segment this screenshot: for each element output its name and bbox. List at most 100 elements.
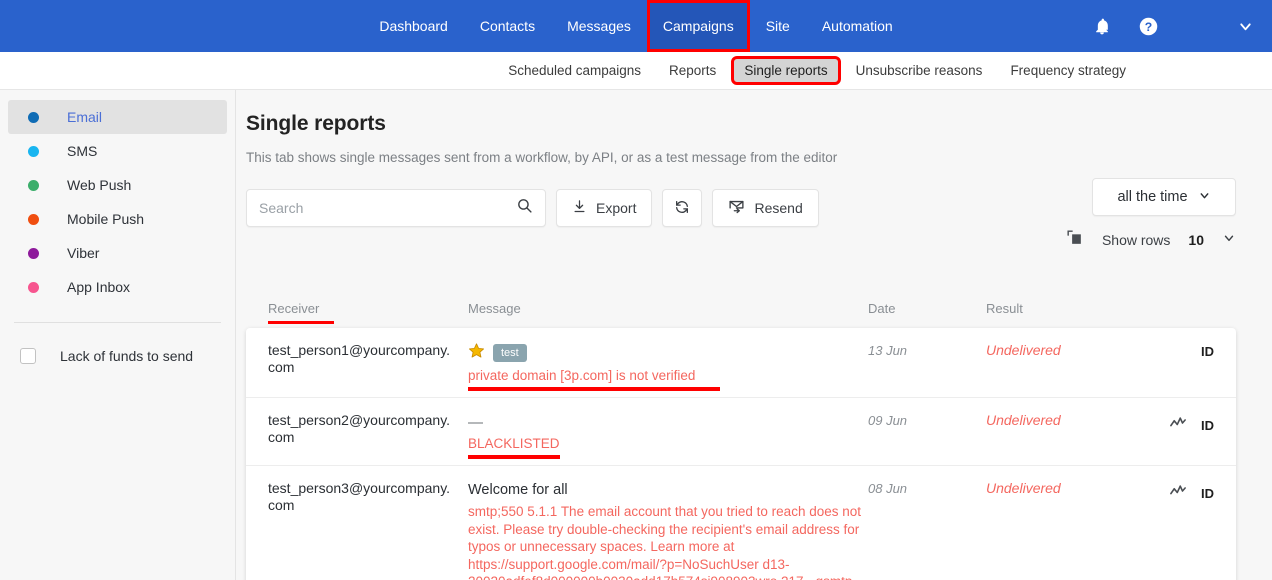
cell-actions: ID: [1136, 480, 1214, 505]
sidebar-item-label: Web Push: [67, 177, 132, 193]
sidebar-item-web-push[interactable]: Web Push: [8, 168, 227, 202]
test-badge: test: [493, 344, 527, 362]
channel-dot-icon: [28, 111, 39, 123]
cell-date: 08 Jun: [868, 480, 986, 498]
resend-label: Resend: [754, 200, 803, 216]
help-icon[interactable]: ?: [1138, 16, 1159, 37]
lack-of-funds-filter[interactable]: Lack of funds to send: [0, 339, 235, 373]
sidebar-item-mobile-push[interactable]: Mobile Push: [8, 202, 227, 236]
cell-result: Undelivered: [986, 342, 1136, 360]
sidebar-divider: [14, 322, 221, 323]
search-icon[interactable]: [516, 197, 533, 219]
cell-actions: ID: [1136, 342, 1214, 359]
primary-nav: Dashboard Contacts Messages Campaigns Site Au…: [0, 0, 1272, 52]
show-rows-chevron-down-icon[interactable]: [1222, 231, 1236, 250]
cell-date: 09 Jun: [868, 412, 986, 430]
statistics-icon[interactable]: [1169, 482, 1187, 505]
status-badge: Undelivered: [986, 412, 1061, 428]
receiver-email: test_person1@yourcompany.com: [268, 342, 451, 375]
channel-dot-icon: [28, 247, 39, 259]
message-id-button[interactable]: ID: [1201, 344, 1214, 359]
account-chevron-down-icon[interactable]: [1237, 18, 1254, 35]
column-header-date-label: Date: [868, 301, 896, 316]
channel-dot-icon: [28, 179, 39, 191]
chevron-down-icon: [1198, 189, 1211, 206]
refresh-button[interactable]: [662, 189, 703, 227]
search-input[interactable]: [259, 200, 516, 216]
error-annotation-underline: [468, 454, 560, 459]
time-range-dropdown[interactable]: all the time: [1092, 178, 1236, 216]
show-rows-value[interactable]: 10: [1188, 232, 1204, 248]
show-rows-label: Show rows: [1101, 232, 1171, 248]
nav-item-contacts[interactable]: Contacts: [464, 0, 551, 52]
subnav-item-scheduled-campaigns[interactable]: Scheduled campaigns: [498, 59, 651, 82]
sidebar-item-email[interactable]: Email: [8, 100, 227, 134]
channel-dot-icon: [28, 213, 39, 225]
sidebar-item-label: Viber: [67, 245, 100, 261]
column-header-result-label: Result: [986, 301, 1023, 316]
message-title-row: Welcome for all: [468, 480, 868, 500]
sidebar-item-label: Email: [67, 109, 103, 125]
subnav-item-unsubscribe-reasons[interactable]: Unsubscribe reasons: [846, 59, 993, 82]
export-button[interactable]: Export: [556, 189, 653, 227]
cell-message: Welcome for all smtp;550 5.1.1 The email …: [468, 480, 868, 580]
column-header-message-label: Message: [468, 301, 521, 316]
date-value: 09 Jun: [868, 413, 908, 428]
message-error-label: smtp;550 5.1.1 The email account that yo…: [468, 504, 861, 580]
subnav-item-single-reports[interactable]: Single reports: [731, 56, 841, 85]
svg-text:?: ?: [1145, 19, 1152, 33]
message-empty-dash: —: [468, 413, 483, 431]
cell-receiver: test_person2@yourcompany.com: [268, 412, 468, 446]
table-row[interactable]: test_person1@yourcompany.com test private …: [246, 328, 1236, 398]
sidebar-item-label: Mobile Push: [67, 211, 145, 227]
nav-item-campaigns[interactable]: Campaigns: [646, 0, 750, 52]
columns-settings-icon[interactable]: [1065, 228, 1084, 252]
resend-envelope-icon: [728, 198, 745, 218]
cell-result: Undelivered: [986, 412, 1136, 430]
resend-button[interactable]: Resend: [712, 189, 819, 227]
table-row[interactable]: test_person2@yourcompany.com — BLACKLISTED…: [246, 398, 1236, 466]
message-title-row: —: [468, 412, 868, 432]
receiver-annotation-underline: [268, 321, 334, 324]
bell-icon[interactable]: [1092, 16, 1112, 36]
navbar-right-icons: ?: [1092, 0, 1254, 52]
message-error-label: BLACKLISTED: [468, 436, 560, 451]
column-header-result[interactable]: Result: [986, 301, 1136, 316]
main-content: Single reports This tab shows single mes…: [236, 90, 1272, 580]
nav-item-site[interactable]: Site: [750, 0, 806, 52]
status-badge: Undelivered: [986, 342, 1061, 358]
export-label: Export: [596, 200, 637, 216]
subnav-item-reports[interactable]: Reports: [659, 59, 726, 82]
status-badge: Undelivered: [986, 480, 1061, 496]
channel-sidebar: Email SMS Web Push Mobile Push Viber App Inbo…: [0, 90, 236, 580]
table-row[interactable]: test_person3@yourcompany.com Welcome for …: [246, 466, 1236, 580]
column-header-message[interactable]: Message: [468, 301, 868, 316]
nav-item-dashboard[interactable]: Dashboard: [363, 0, 464, 52]
search-box[interactable]: [246, 189, 546, 227]
lack-of-funds-label: Lack of funds to send: [60, 348, 194, 364]
receiver-email: test_person3@yourcompany.com: [268, 480, 451, 513]
sidebar-item-sms[interactable]: SMS: [8, 134, 227, 168]
column-header-receiver[interactable]: Receiver: [268, 301, 468, 324]
top-navbar: Dashboard Contacts Messages Campaigns Site Au…: [0, 0, 1272, 52]
nav-item-messages[interactable]: Messages: [551, 0, 647, 52]
message-error-text: BLACKLISTED: [468, 435, 560, 459]
subnav-item-frequency-strategy[interactable]: Frequency strategy: [1000, 59, 1136, 82]
cell-date: 13 Jun: [868, 342, 986, 360]
sidebar-item-viber[interactable]: Viber: [8, 236, 227, 270]
refresh-icon: [674, 199, 690, 218]
time-range-value: all the time: [1117, 189, 1188, 205]
sidebar-item-label: App Inbox: [67, 279, 131, 295]
lack-of-funds-checkbox[interactable]: [20, 348, 36, 364]
cell-message: — BLACKLISTED: [468, 412, 868, 459]
nav-item-automation[interactable]: Automation: [806, 0, 909, 52]
column-header-date[interactable]: Date: [868, 301, 986, 316]
statistics-icon[interactable]: [1169, 414, 1187, 437]
cell-result: Undelivered: [986, 480, 1136, 498]
sidebar-item-app-inbox[interactable]: App Inbox: [8, 270, 227, 304]
message-id-button[interactable]: ID: [1201, 486, 1214, 501]
star-icon[interactable]: [468, 342, 485, 364]
message-id-button[interactable]: ID: [1201, 418, 1214, 433]
column-header-receiver-label: Receiver: [268, 301, 320, 316]
date-value: 13 Jun: [868, 343, 908, 358]
